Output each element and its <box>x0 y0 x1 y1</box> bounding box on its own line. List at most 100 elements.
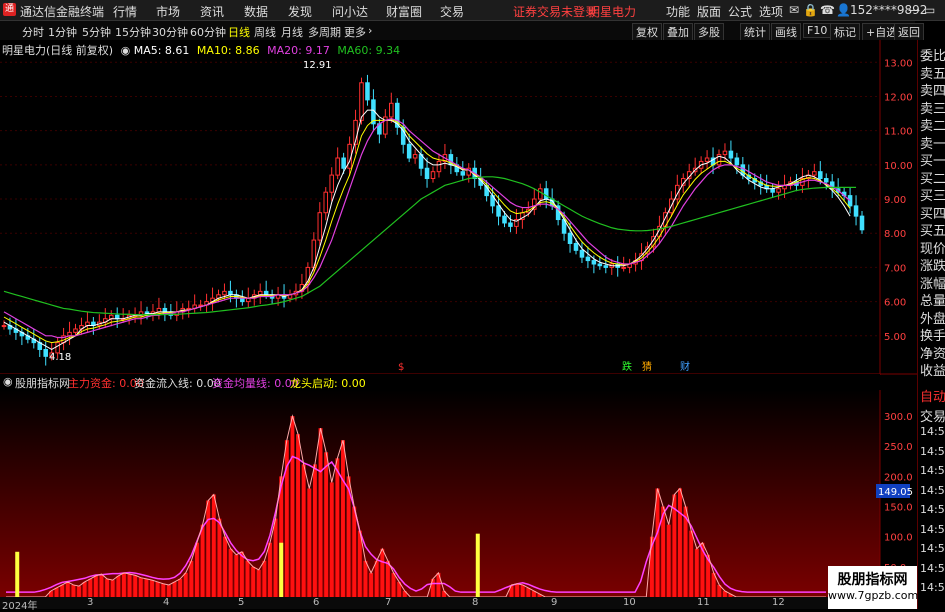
mark-guess[interactable]: 猜 <box>642 360 652 373</box>
menu-function[interactable]: 功能 <box>666 3 690 20</box>
candle-body <box>585 256 591 262</box>
quote-field-label: 净资 <box>920 346 945 362</box>
candle-body <box>859 215 865 231</box>
trade-time: 14:56 <box>920 444 945 458</box>
period-multi[interactable]: 多周期 <box>308 24 341 40</box>
xaxis-label: 3 <box>87 597 94 608</box>
trade-login-warning[interactable]: 证券交易未登录 <box>513 3 597 20</box>
menu-layout[interactable]: 版面 <box>697 3 721 20</box>
adjust-button[interactable]: 复权 <box>632 23 662 41</box>
xaxis-label: 7 <box>385 597 392 608</box>
candle-body <box>812 171 817 176</box>
mark-finance[interactable]: 财 <box>680 360 690 373</box>
indicator-bar <box>166 584 171 597</box>
period-15min[interactable]: 15分钟 <box>115 24 151 40</box>
overlay-button[interactable]: 叠加 <box>663 23 693 41</box>
period-60min[interactable]: 60分钟 <box>190 24 226 40</box>
indicator-signal-bar <box>279 542 284 597</box>
period-30min[interactable]: 30分钟 <box>152 24 188 40</box>
menu-discover[interactable]: 发现 <box>288 3 312 20</box>
candle-body <box>543 188 549 200</box>
candle-body <box>502 215 507 224</box>
mark-button[interactable]: 标记 <box>830 23 860 41</box>
lock-icon[interactable]: 🔒 <box>803 3 818 17</box>
period-daily[interactable]: 日线 <box>228 24 250 40</box>
price-tick-label: 9.00 <box>884 195 906 206</box>
more-chevron-icon[interactable]: › <box>368 24 372 37</box>
period-monthly[interactable]: 月线 <box>281 24 303 40</box>
candle-body <box>847 195 853 207</box>
indicator-bar <box>380 548 385 597</box>
indicator-bar <box>206 500 211 597</box>
price-tick-label: 11.00 <box>884 127 913 138</box>
indicator-bar <box>655 488 660 597</box>
trade-time: 14:56 <box>920 483 945 497</box>
indicator-name[interactable]: 股朋指标网 <box>15 375 70 391</box>
xaxis-label: 2024年 <box>2 601 38 612</box>
back-button[interactable]: 返回 <box>894 23 924 41</box>
period-tick[interactable]: 分时 <box>22 24 44 40</box>
price-chart-bg <box>0 40 917 375</box>
candle-body <box>818 171 823 180</box>
draw-line-button[interactable]: 画线 <box>771 23 801 41</box>
candle-body <box>734 157 740 166</box>
current-stock-name: 明星电力 <box>588 5 637 19</box>
indicator-bar <box>515 583 520 597</box>
mail-icon[interactable]: ✉ <box>789 3 799 17</box>
phone-icon[interactable]: ☎ <box>820 3 835 17</box>
account-icon[interactable]: 👤 <box>836 3 851 17</box>
quote-side-panel: 委比 卖五 卖四 卖三 卖二 卖一 买一 买二 买三 买四 买五 现价 涨跌 涨幅 总量 外盘 换手 净资 收益 自… <box>917 40 945 609</box>
candle-body <box>335 157 340 176</box>
price-chart-header: 明星电力(日线 前复权) ◉ MA5: 8.61 MA10: 8.86 MA20… <box>2 42 400 58</box>
period-toolbar: 分时 1分钟 5分钟 15分钟 30分钟 60分钟 日线 周线 月线 多周期 更… <box>0 21 924 41</box>
period-weekly[interactable]: 周线 <box>254 24 276 40</box>
indicator-signal-bar <box>15 551 20 597</box>
period-1min[interactable]: 1分钟 <box>48 24 77 40</box>
menu-quotes[interactable]: 行情 <box>113 3 137 20</box>
indicator-chart[interactable]: 300.0250.0200.0150.0100.050.0 149.05 <box>0 390 917 597</box>
xaxis-label: 4 <box>163 597 170 608</box>
mark-fall[interactable]: 跌 <box>622 360 632 373</box>
menu-trade[interactable]: 交易 <box>440 3 464 20</box>
indicator-bar <box>234 554 239 597</box>
price-chart[interactable]: 13.00 12.00 11.00 10.00 9.00 8.00 7.00 6.00 5.00… <box>0 40 917 375</box>
xaxis-label: 11 <box>697 597 710 608</box>
indicator-bar <box>369 572 374 597</box>
menu-options[interactable]: 选项 <box>759 3 783 20</box>
indicator-bar <box>312 464 317 597</box>
ma-settings-icon[interactable]: ◉ <box>121 44 131 57</box>
menu-market[interactable]: 市场 <box>156 3 180 20</box>
indicator-tick-label: 250.0 <box>884 442 913 453</box>
candle-body <box>359 82 364 121</box>
period-5min[interactable]: 5分钟 <box>82 24 111 40</box>
candle-body <box>317 212 323 241</box>
quote-field-label: 卖一 <box>920 136 945 152</box>
indicator-bar <box>195 542 199 597</box>
multi-stock-button[interactable]: 多股 <box>694 23 724 41</box>
menu-wealth[interactable]: 财富圈 <box>386 3 422 20</box>
candle-body <box>43 348 48 357</box>
quote-field-label: 收益 <box>920 364 945 379</box>
indicator-settings-icon[interactable]: ◉ <box>3 375 13 388</box>
indicator-tick-label: 150.0 <box>884 503 913 514</box>
maximize-icon[interactable]: ▭ <box>924 3 935 17</box>
candle-body <box>496 205 501 217</box>
candle-body <box>329 174 334 193</box>
period-more[interactable]: 更多 <box>344 24 366 40</box>
f10-button[interactable]: F10 <box>803 23 832 38</box>
trade-time: 14:56 <box>920 425 945 438</box>
indicator-bar <box>526 587 531 597</box>
menu-data[interactable]: 数据 <box>244 3 268 20</box>
menu-formula[interactable]: 公式 <box>728 3 752 20</box>
indicator-bar <box>318 428 323 597</box>
menu-ask[interactable]: 问小达 <box>332 3 368 20</box>
candle-body <box>389 102 394 118</box>
minimize-icon[interactable]: — <box>908 3 920 17</box>
stats-button[interactable]: 统计 <box>740 23 770 41</box>
indicator-bar <box>694 548 699 597</box>
xaxis-label: 12 <box>772 597 785 608</box>
mark-dollar[interactable]: $ <box>398 362 404 373</box>
indicator-bar <box>155 581 160 597</box>
menu-news[interactable]: 资讯 <box>200 3 224 20</box>
price-tick-label: 10.00 <box>884 161 913 172</box>
